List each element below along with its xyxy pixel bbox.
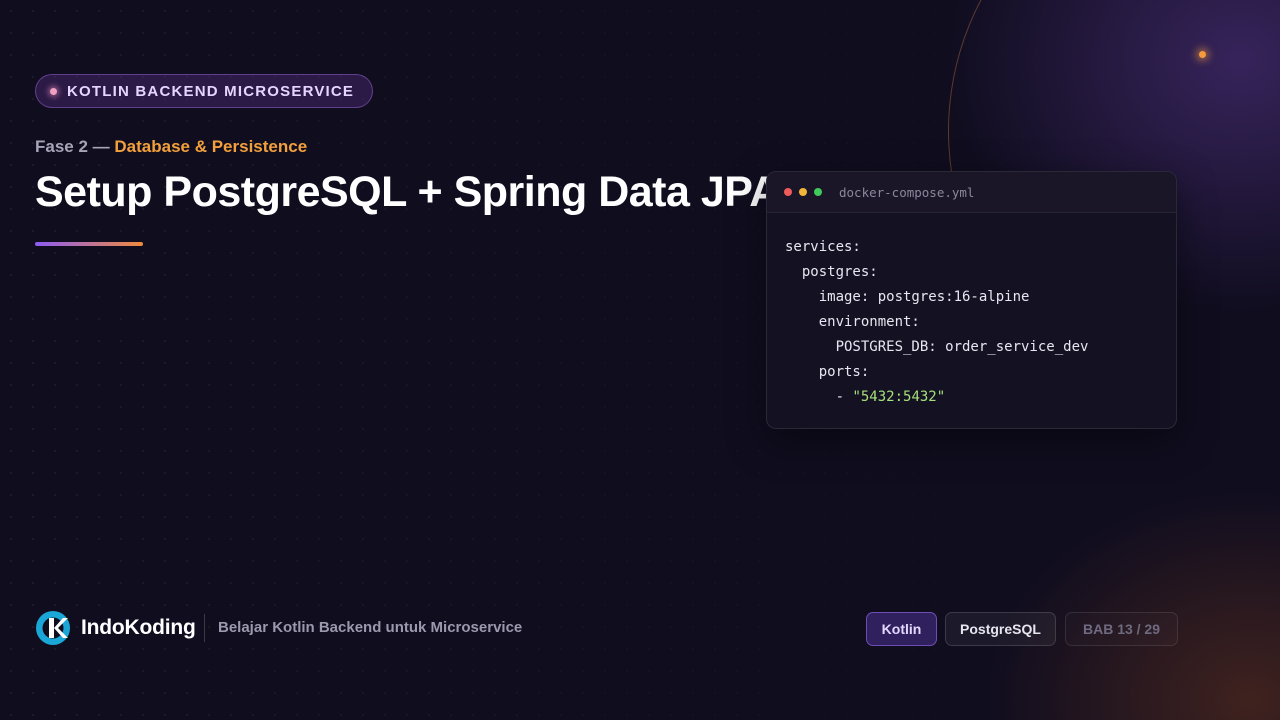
footer-divider — [204, 614, 205, 642]
page-title: Setup PostgreSQL + Spring Data JPA — [35, 168, 780, 216]
code-block: services: postgres: image: postgres:16-a… — [767, 213, 1176, 410]
phase-heading: Fase 2 — Database & Persistence — [35, 137, 307, 157]
code-line: POSTGRES_DB: order_service_dev — [785, 339, 1089, 355]
footer-tagline: Belajar Kotlin Backend untuk Microservic… — [218, 619, 523, 636]
phase-label: Fase 2 — — [35, 137, 110, 156]
code-line-prefix: - — [785, 389, 853, 405]
minimize-dot-icon — [799, 188, 807, 196]
code-window-titlebar: docker-compose.yml — [767, 172, 1176, 213]
title-underline — [35, 242, 143, 246]
code-line: services: — [785, 239, 861, 255]
phase-topic: Database & Persistence — [114, 137, 308, 156]
code-line: - "5432:5432" — [785, 385, 1158, 410]
code-line: postgres: — [785, 264, 878, 280]
code-line: ports: — [785, 364, 870, 380]
code-filename: docker-compose.yml — [839, 184, 975, 200]
brand-name: IndoKoding — [81, 616, 196, 639]
series-badge-label: KOTLIN BACKEND MICROSERVICE — [67, 82, 355, 100]
brand-logo[interactable]: IndoKoding — [35, 610, 196, 646]
code-string-port: "5432:5432" — [852, 389, 946, 405]
slide: KOTLIN BACKEND MICROSERVICE Fase 2 — Dat… — [0, 0, 1280, 720]
code-line: image: postgres:16-alpine — [785, 289, 1030, 305]
badge-dot-icon — [50, 87, 57, 95]
tag-kotlin[interactable]: Kotlin — [866, 612, 937, 646]
tag-postgresql[interactable]: PostgreSQL — [945, 612, 1056, 646]
indokoding-logo-icon — [36, 611, 70, 645]
code-line: environment: — [785, 314, 920, 330]
maximize-dot-icon — [814, 188, 822, 196]
chapter-counter: BAB 13 / 29 — [1065, 612, 1178, 646]
series-badge: KOTLIN BACKEND MICROSERVICE — [35, 74, 374, 108]
close-dot-icon — [784, 188, 792, 196]
decorative-glow-dot — [1199, 51, 1206, 58]
code-window: docker-compose.yml services: postgres: i… — [766, 171, 1177, 429]
